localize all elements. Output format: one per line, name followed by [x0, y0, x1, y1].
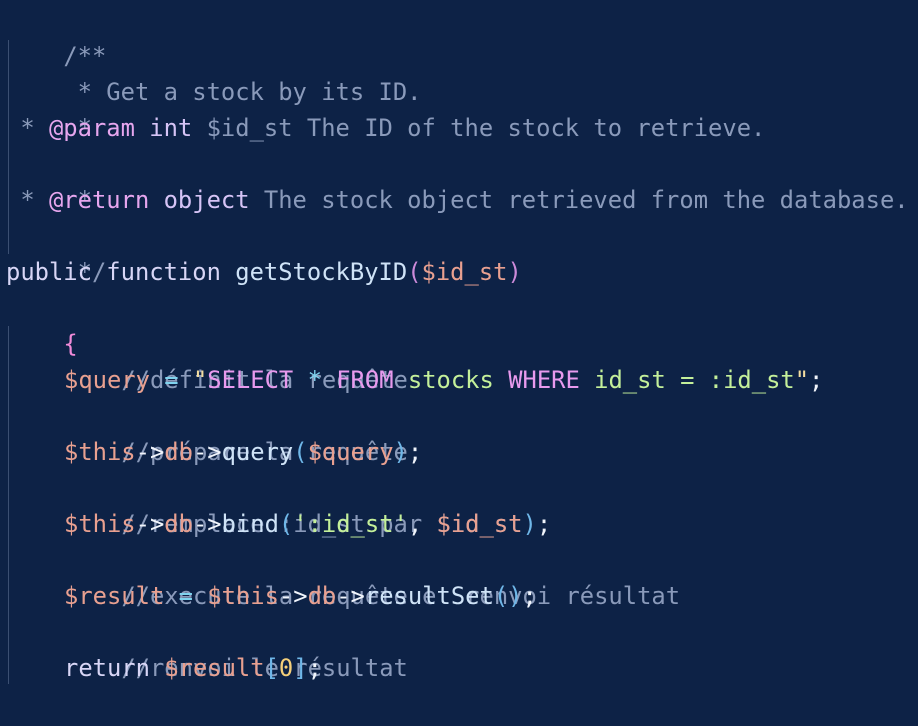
code-line-3: *	[6, 74, 92, 142]
method-bind: bind	[221, 510, 279, 538]
code-editor[interactable]: /** * Get a stock by its ID. * * @param …	[0, 0, 918, 726]
keyword-function: function	[106, 258, 221, 286]
close-paren: )	[393, 438, 408, 466]
keyword-public: public	[6, 258, 92, 286]
arrow-operator: ->	[135, 510, 165, 538]
doc-param-type: int	[149, 114, 193, 142]
code-line-2: * Get a stock by its ID.	[6, 38, 422, 106]
assign-operator: =	[164, 582, 208, 610]
code-line-4: * @param int $id_st The ID of the stock …	[6, 110, 765, 146]
doc-param-tag: @param	[48, 114, 135, 142]
semicolon: ;	[522, 582, 537, 610]
db-property: db	[164, 438, 193, 466]
semicolon: ;	[407, 438, 423, 466]
code-line-16: //execute la requête et renvoi résultat	[64, 542, 680, 610]
sql-condition: id_st = :id_st	[579, 366, 795, 394]
doc-param-var: $id_st	[206, 114, 293, 142]
code-line-1: /**	[6, 2, 106, 70]
doc-comment-star: *	[6, 186, 49, 214]
open-bracket: [	[264, 654, 279, 682]
string-quote: "	[794, 366, 810, 394]
bind-placeholder-string: ':id_st'	[293, 510, 408, 538]
semicolon: ;	[307, 654, 322, 682]
doc-return-type: object	[163, 186, 250, 214]
code-line-10: //définit la requête	[64, 326, 408, 394]
this-variable: $this	[64, 438, 136, 466]
close-bracket: ]	[293, 654, 308, 682]
sql-from: FROM	[336, 366, 394, 394]
semicolon: ;	[809, 366, 824, 394]
arrow-operator: ->	[192, 438, 222, 466]
doc-param-description: The ID of the stock to retrieve.	[292, 114, 766, 142]
code-line-20: }	[6, 684, 77, 726]
open-paren: (	[278, 510, 294, 538]
code-line-17: $result = $this->db->resultSet();	[64, 578, 537, 614]
code-line-14: //remplace :id_st par $id_st	[64, 470, 522, 538]
code-line-12: //prépare la requête	[64, 398, 408, 466]
comma: ,	[407, 510, 437, 538]
arrow-operator: ->	[192, 510, 222, 538]
keyword-return: return	[64, 654, 150, 682]
call-parens: ()	[493, 582, 523, 610]
function-name: getStockByID	[235, 258, 408, 286]
this-variable: $this	[64, 510, 136, 538]
code-line-15: $this->db->bind(':id_st', $id_st);	[64, 506, 551, 542]
db-property: db	[307, 582, 337, 610]
string-quote: "	[192, 366, 208, 394]
code-line-6: * @return object The stock object retrie…	[6, 182, 909, 218]
doc-comment-star: *	[6, 114, 49, 142]
code-line-7: */	[6, 218, 107, 286]
code-line-19: return $result[0];	[64, 650, 322, 686]
sql-where: WHERE	[508, 366, 580, 394]
arrow-operator: ->	[278, 582, 308, 610]
code-line-5: *	[6, 146, 92, 214]
arrow-operator: ->	[135, 438, 165, 466]
id-argument: $id_st	[436, 510, 523, 538]
code-line-13: $this->db->query($query);	[64, 434, 422, 470]
result-variable: $result	[149, 654, 265, 682]
doc-comment-summary: * Get a stock by its ID.	[63, 78, 422, 106]
code-line-11: $query = "SELECT * FROM stocks WHERE id_…	[64, 362, 823, 398]
db-property: db	[164, 510, 193, 538]
close-paren: )	[522, 510, 537, 538]
sql-select: SELECT	[207, 366, 294, 394]
open-paren: (	[407, 258, 422, 286]
method-query: query	[221, 438, 294, 466]
method-resultset: resultSet	[364, 582, 494, 610]
open-paren: (	[293, 438, 308, 466]
this-variable: $this	[207, 582, 279, 610]
doc-return-description: The stock object retrieved from the data…	[249, 186, 909, 214]
code-line-18: //renvoi le résultat	[64, 614, 408, 682]
sql-table: stocks	[393, 366, 509, 394]
query-variable: $query	[64, 366, 150, 394]
semicolon: ;	[536, 510, 552, 538]
result-variable: $result	[64, 582, 165, 610]
doc-return-tag: @return	[48, 186, 150, 214]
index-number: 0	[278, 654, 294, 682]
code-line-9: {	[6, 290, 77, 358]
assign-operator: =	[149, 366, 193, 394]
arrow-operator: ->	[336, 582, 365, 610]
sql-star: *	[293, 366, 337, 394]
code-line-8: public function getStockByID($id_st)	[6, 254, 522, 290]
close-paren: )	[507, 258, 522, 286]
query-argument: $query	[307, 438, 394, 466]
param-variable: $id_st	[421, 258, 508, 286]
